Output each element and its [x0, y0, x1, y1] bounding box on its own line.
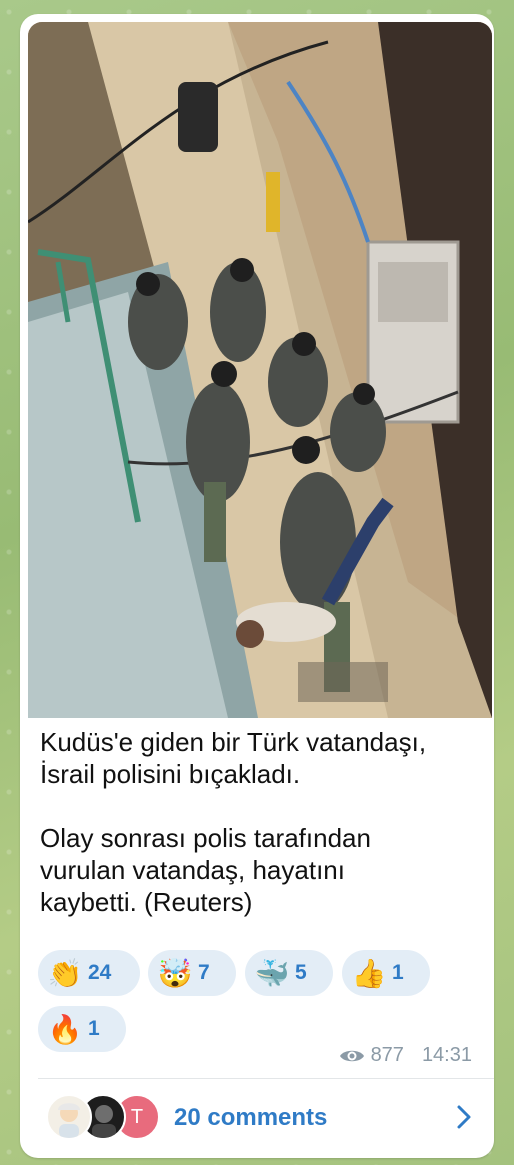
comments-divider: [38, 1078, 494, 1079]
reaction-chip-clapping-hands[interactable]: 👏 24: [38, 950, 140, 996]
reaction-chip-fire[interactable]: 🔥 1: [38, 1006, 126, 1052]
reaction-count: 1: [88, 1017, 100, 1040]
channel-post-bubble: Kudüs'e giden bir Türk vatandaşı, İsrail…: [20, 14, 494, 1158]
fire-icon: 🔥: [47, 1013, 83, 1045]
reaction-count: 5: [295, 961, 307, 984]
reaction-chip-thumbs-up[interactable]: 👍 1: [342, 950, 430, 996]
chevron-right-icon: [457, 1105, 471, 1129]
whale-icon: 🐳: [254, 957, 290, 989]
view-count: 877: [370, 1044, 404, 1066]
comments-count-label: 20 comments: [174, 1104, 328, 1131]
post-caption: Kudüs'e giden bir Türk vatandaşı, İsrail…: [40, 727, 427, 917]
reaction-count: 7: [198, 961, 210, 984]
elderly-man-avatar-icon: [58, 1103, 80, 1138]
exploding-head-icon: 🤯: [157, 957, 193, 989]
clapping-hands-icon: 👏: [47, 957, 83, 989]
views-eye-icon: [339, 1050, 364, 1061]
alley-photo-illustration: [28, 22, 492, 718]
reaction-chip-whale[interactable]: 🐳 5: [245, 950, 333, 996]
reaction-chip-exploding-head[interactable]: 🤯 7: [148, 950, 236, 996]
thumbs-up-icon: 👍: [351, 957, 387, 989]
post-time: 14:31: [421, 1044, 472, 1066]
reaction-count: 1: [392, 961, 404, 984]
commenter-avatar: [46, 1094, 92, 1140]
post-meta: 877 14:31: [339, 1044, 472, 1067]
post-photo[interactable]: [28, 22, 492, 718]
comments-button[interactable]: T 20 comments: [20, 1080, 494, 1158]
reaction-count: 24: [88, 961, 112, 984]
